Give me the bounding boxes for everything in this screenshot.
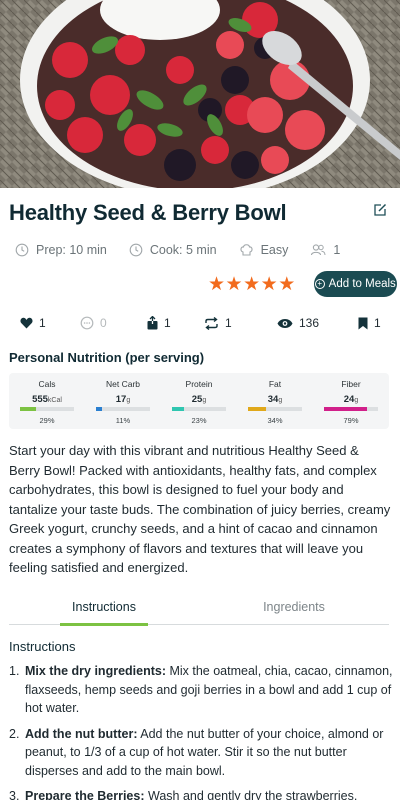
- nutrition-item-fiber: Fiber 24g 79%: [313, 373, 389, 429]
- eye-icon: [277, 318, 293, 328]
- prep-time: Prep: 10 min: [15, 243, 107, 257]
- list-item: 2. Add the nut butter: Add the nut butte…: [9, 725, 393, 781]
- nutrition-label: Fat: [268, 379, 282, 389]
- clock-icon: [15, 243, 29, 257]
- difficulty: Easy: [239, 243, 289, 257]
- cook-time: Cook: 5 min: [129, 243, 217, 257]
- step-text: Prepare the Berries: Wash and gently dry…: [25, 789, 358, 800]
- nutrition-percent: 34%: [267, 416, 283, 425]
- nutrition-value: 24g: [343, 394, 359, 405]
- recipe-meta: Prep: 10 min Cook: 5 min Easy 1: [15, 240, 362, 260]
- repost-stat[interactable]: 1: [204, 316, 232, 330]
- nutrition-item-cals: Cals 555kCal 29%: [9, 373, 85, 429]
- recipe-title: Healthy Seed & Berry Bowl: [9, 200, 287, 225]
- chef-hat-icon: [240, 244, 253, 256]
- nutrition-percent: 11%: [115, 416, 131, 425]
- add-to-meals-button[interactable]: + Add to Meals: [313, 271, 397, 297]
- nutrition-label: Net Carb: [105, 379, 140, 389]
- nutrition-value: 34g: [267, 394, 283, 405]
- comment-icon: [80, 316, 94, 330]
- add-to-meals-label: Add to Meals: [328, 278, 396, 290]
- nutrition-item-protein: Protein 25g 23%: [161, 373, 237, 429]
- share-icon: [147, 316, 158, 330]
- star-icon[interactable]: ★: [278, 275, 295, 294]
- nutrition-item-net-carb: Net Carb 17g 11%: [85, 373, 161, 429]
- view-count: 136: [299, 316, 320, 330]
- step-text: Add the nut butter: Add the nut butter o…: [25, 726, 384, 778]
- servings: 1: [310, 243, 340, 257]
- tab-instructions[interactable]: Instructions: [9, 598, 199, 624]
- nutrition-label: Fiber: [341, 379, 361, 389]
- nutrition-label: Protein: [185, 379, 213, 389]
- edit-icon[interactable]: [373, 203, 389, 219]
- engagement-stats: 1 0 1 1 136 1: [20, 316, 381, 334]
- recipe-title-row: Healthy Seed & Berry Bowl: [9, 200, 391, 230]
- repost-icon: [205, 316, 218, 330]
- clock-icon: [129, 243, 143, 257]
- nutrition-title: Personal Nutrition (per serving): [9, 350, 205, 365]
- share-stat[interactable]: 1: [147, 316, 171, 330]
- recipe-photo: [0, 0, 400, 188]
- nutrition-item-fat: Fat 34g 34%: [237, 373, 313, 429]
- nutrition-card: Cals 555kCal 29% Net Carb 17g 11% Protei…: [9, 373, 389, 429]
- like-count: 1: [39, 316, 46, 330]
- list-item: 3. Prepare the Berries: Wash and gently …: [9, 787, 393, 800]
- view-stat: 136: [277, 316, 319, 330]
- nutrition-percent: 23%: [191, 416, 207, 425]
- heart-icon: [20, 317, 33, 329]
- servings-label: 1: [333, 243, 341, 257]
- step-text: Mix the dry ingredients: Mix the oatmeal…: [25, 664, 393, 715]
- tab-ingredients[interactable]: Ingredients: [199, 598, 389, 624]
- instructions-list: 1. Mix the dry ingredients: Mix the oatm…: [9, 662, 393, 800]
- star-icon[interactable]: ★: [261, 275, 278, 294]
- star-icon[interactable]: ★: [226, 275, 243, 294]
- plus-circle-icon: +: [314, 279, 325, 289]
- nutrition-bar: [20, 407, 74, 411]
- cook-time-label: Cook: 5 min: [149, 243, 217, 257]
- save-count: 1: [374, 316, 381, 330]
- star-icon[interactable]: ★: [208, 275, 225, 294]
- step-number: 3.: [9, 789, 20, 800]
- list-item: 1. Mix the dry ingredients: Mix the oatm…: [9, 662, 393, 718]
- nutrition-percent: 29%: [39, 416, 55, 425]
- recipe-description: Start your day with this vibrant and nut…: [9, 443, 391, 575]
- nutrition-percent: 79%: [343, 416, 359, 425]
- nutrition-value: 17g: [115, 394, 131, 405]
- step-number: 2.: [9, 726, 20, 741]
- nutrition-bar: [324, 407, 378, 411]
- nutrition-bar: [248, 407, 302, 411]
- comment-stat[interactable]: 0: [80, 316, 107, 330]
- people-icon: [311, 244, 326, 256]
- nutrition-value: 25g: [191, 394, 207, 405]
- rating-row: ★ ★ ★ ★ ★ + Add to Meals: [208, 271, 397, 297]
- save-stat[interactable]: 1: [358, 316, 381, 330]
- bookmark-icon: [358, 317, 368, 329]
- recipe-tabs: Instructions Ingredients: [9, 598, 389, 625]
- share-count: 1: [164, 316, 171, 330]
- nutrition-bar: [96, 407, 150, 411]
- like-stat[interactable]: 1: [20, 316, 46, 330]
- nutrition-value: 555kCal: [32, 394, 62, 405]
- nutrition-bar: [172, 407, 226, 411]
- instructions-heading: Instructions: [9, 639, 76, 654]
- nutrition-label: Cals: [38, 379, 56, 389]
- repost-count: 1: [225, 316, 232, 330]
- star-icon[interactable]: ★: [243, 275, 260, 294]
- star-rating[interactable]: ★ ★ ★ ★ ★: [208, 275, 296, 294]
- prep-time-label: Prep: 10 min: [36, 243, 107, 257]
- comment-count: 0: [100, 316, 107, 330]
- step-number: 1.: [9, 664, 20, 678]
- difficulty-label: Easy: [260, 243, 289, 257]
